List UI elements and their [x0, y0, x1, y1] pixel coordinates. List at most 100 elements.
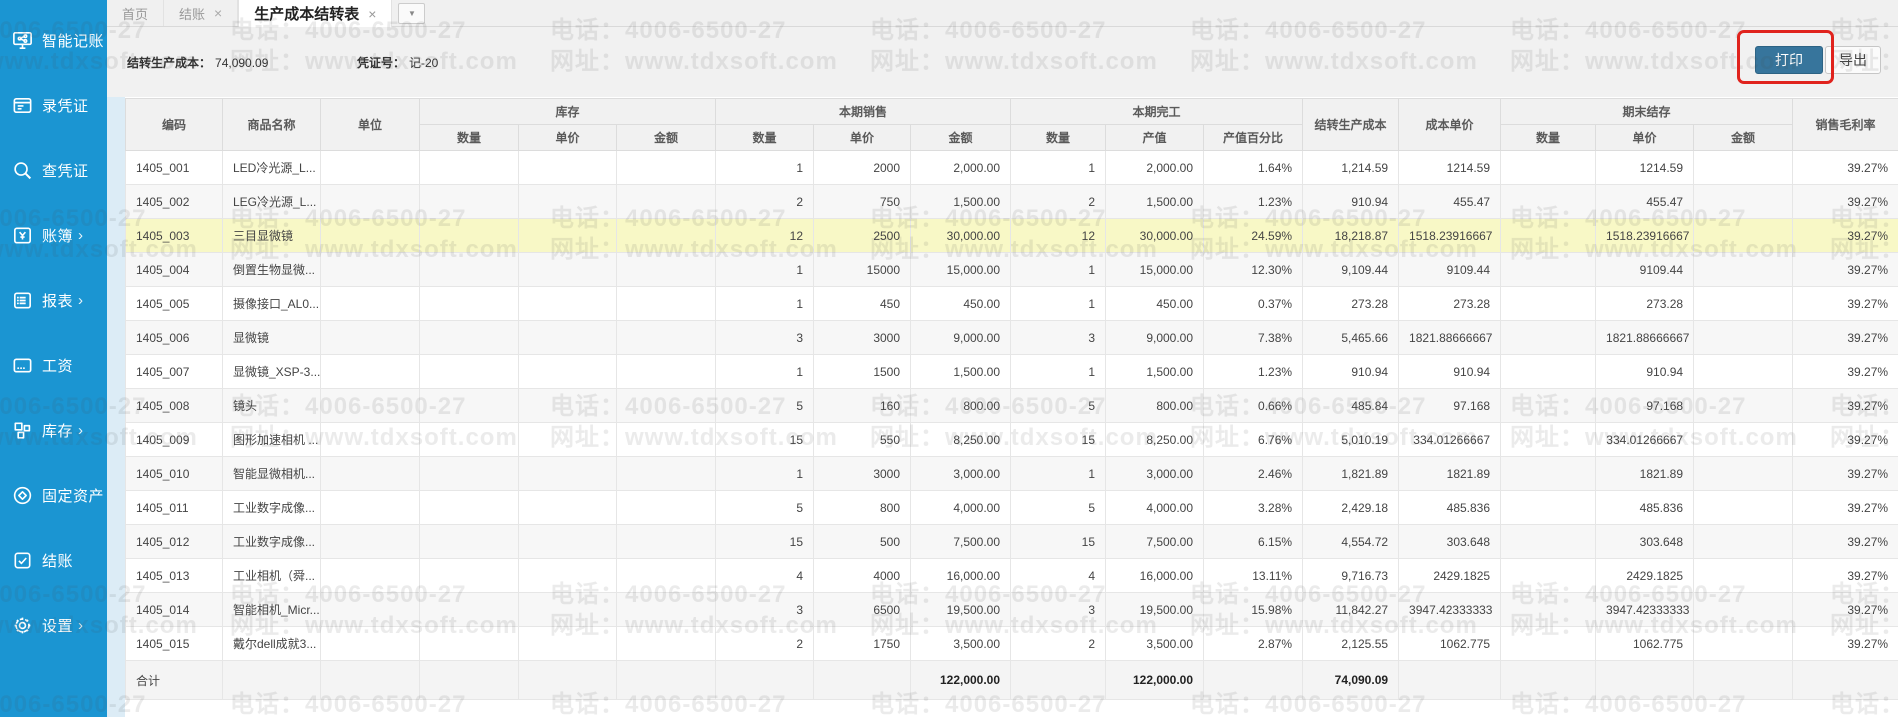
cell-sale_qty: 12 — [716, 219, 814, 253]
table-row[interactable]: 1405_006显微镜330009,000.0039,000.007.38%5,… — [126, 321, 1898, 355]
cell-name: 显微镜_XSP-3... — [223, 355, 321, 389]
cell-code: 1405_009 — [126, 423, 223, 457]
cell-end_amount — [1694, 389, 1793, 423]
cell-end_qty — [1501, 593, 1596, 627]
table-row[interactable]: 1405_009图形加速相机 ...155508,250.00158,250.0… — [126, 423, 1898, 457]
cell-unit — [321, 627, 420, 661]
table-row[interactable]: 1405_001LED冷光源_L...120002,000.0012,000.0… — [126, 151, 1898, 185]
cell-carry_cost: 1,214.59 — [1303, 151, 1399, 185]
cell-inv_price — [519, 457, 617, 491]
cell-fin_pct: 7.38% — [1204, 321, 1303, 355]
cell-inv_price — [519, 627, 617, 661]
cell-cost_unit_price: 3947.42333333 — [1399, 593, 1501, 627]
tab-production-cost-carryover[interactable]: 生产成本结转表× — [238, 0, 392, 27]
table-row[interactable]: 1405_013工业相机（舜...4400016,000.00416,000.0… — [126, 559, 1898, 593]
table-row[interactable]: 1405_012工业数字成像...155007,500.00157,500.00… — [126, 525, 1898, 559]
table-row[interactable]: 1405_015戴尔dell成就3...217503,500.0023,500.… — [126, 627, 1898, 661]
sidebar-item-smart-bookkeeping[interactable]: 智能记账 — [0, 8, 107, 73]
cell-code: 1405_015 — [126, 627, 223, 661]
sidebar-nav: 智能记账录凭证查凭证账簿›报表›工资库存›固定资产结账设置› — [0, 0, 107, 658]
close-icon[interactable]: × — [368, 7, 376, 21]
tab-home[interactable]: 首页 — [107, 0, 164, 26]
cell-sale_amount: 19,500.00 — [911, 593, 1011, 627]
tabbar-tabs: 首页结账×生产成本结转表× — [107, 0, 392, 26]
chevron-right-icon: › — [78, 618, 83, 633]
cell-cost_unit_price: 2429.1825 — [1399, 559, 1501, 593]
col-header-end-qty: 数量 — [1501, 125, 1596, 151]
table-row[interactable]: 1405_008镜头5160800.005800.000.66%485.8497… — [126, 389, 1898, 423]
table-row[interactable]: 1405_003三目显微镜12250030,000.001230,000.002… — [126, 219, 1898, 253]
cell-end_qty — [1501, 355, 1596, 389]
cell-carry_cost: 5,010.19 — [1303, 423, 1399, 457]
yen-book-icon — [11, 224, 35, 248]
sidebar-item-ledger[interactable]: 账簿› — [0, 203, 107, 268]
table-row[interactable]: 1405_011工业数字成像...58004,000.0054,000.003.… — [126, 491, 1898, 525]
tab-closing[interactable]: 结账× — [164, 0, 238, 26]
cell-gross_margin: 39.27% — [1793, 389, 1898, 423]
cell-fin_value: 800.00 — [1106, 389, 1204, 423]
sidebar-item-fixed-assets[interactable]: 固定资产 — [0, 463, 107, 528]
sidebar-item-label: 报表 — [42, 290, 73, 311]
print-button[interactable]: 打印 — [1755, 46, 1823, 74]
magnifier-icon — [11, 159, 35, 183]
cell-sale_qty: 3 — [716, 321, 814, 355]
cell-name: 智能显微相机... — [223, 457, 321, 491]
table-row[interactable]: 1405_010智能显微相机...130003,000.0013,000.002… — [126, 457, 1898, 491]
cell-sale_amount: 30,000.00 — [911, 219, 1011, 253]
cell-sale_qty: 2 — [716, 185, 814, 219]
cell-inv_amount — [617, 185, 716, 219]
cell-sale_amount: 122,000.00 — [911, 661, 1011, 700]
cell-sale_price: 3000 — [814, 457, 911, 491]
cell-sale_qty: 5 — [716, 491, 814, 525]
col-header-sale-qty: 数量 — [716, 125, 814, 151]
cell-inv_qty — [420, 423, 519, 457]
cell-fin_pct: 0.37% — [1204, 287, 1303, 321]
cell-fin_value: 8,250.00 — [1106, 423, 1204, 457]
tab-dropdown-button[interactable]: ▼ — [398, 3, 425, 24]
sidebar-item-payroll[interactable]: 工资 — [0, 333, 107, 398]
cell-carry_cost: 11,842.27 — [1303, 593, 1399, 627]
table-row[interactable]: 1405_007显微镜_XSP-3...115001,500.0011,500.… — [126, 355, 1898, 389]
cell-sale_amount: 1,500.00 — [911, 185, 1011, 219]
col-header-end-amount: 金额 — [1694, 125, 1793, 151]
cell-end_amount — [1694, 593, 1793, 627]
table-row[interactable]: 1405_014智能相机_Micr...3650019,500.00319,50… — [126, 593, 1898, 627]
cell-inv_qty — [420, 559, 519, 593]
cell-inv_amount — [617, 525, 716, 559]
sidebar-item-voucher-entry[interactable]: 录凭证 — [0, 73, 107, 138]
cell-inv_amount — [617, 321, 716, 355]
cell-name: 工业相机（舜... — [223, 559, 321, 593]
cell-fin_value: 1,500.00 — [1106, 185, 1204, 219]
cell-end_amount — [1694, 423, 1793, 457]
table-total-row: 合计122,000.00122,000.0074,090.09 — [126, 661, 1898, 700]
voucher-no-summary: 凭证号：记-20 — [357, 54, 438, 71]
cell-end_price: 485.836 — [1596, 491, 1694, 525]
sidebar-item-voucher-search[interactable]: 查凭证 — [0, 138, 107, 203]
cell-end_price: 1821.88666667 — [1596, 321, 1694, 355]
table-row[interactable]: 1405_002LEG冷光源_L...27501,500.0021,500.00… — [126, 185, 1898, 219]
cell-end_price: 9109.44 — [1596, 253, 1694, 287]
gear-icon — [11, 614, 35, 638]
close-icon[interactable]: × — [214, 6, 222, 20]
group-header-current-finished: 本期完工 — [1011, 99, 1303, 125]
sidebar-item-inventory[interactable]: 库存› — [0, 398, 107, 463]
cell-fin_qty: 3 — [1011, 593, 1106, 627]
col-header-output-value: 产值 — [1106, 125, 1204, 151]
sidebar-item-label: 录凭证 — [42, 95, 89, 116]
table-row[interactable]: 1405_004倒置生物显微...11500015,000.00115,000.… — [126, 253, 1898, 287]
col-header-code: 编码 — [126, 99, 223, 151]
cell-sale_amount: 4,000.00 — [911, 491, 1011, 525]
cell-fin_pct: 1.23% — [1204, 185, 1303, 219]
cell-fin_pct: 12.30% — [1204, 253, 1303, 287]
sidebar-item-closing[interactable]: 结账 — [0, 528, 107, 593]
cell-sale_qty: 1 — [716, 253, 814, 287]
cell-end_qty — [1501, 321, 1596, 355]
export-button[interactable]: 导出 — [1825, 46, 1881, 74]
chevron-right-icon: › — [78, 228, 83, 243]
cell-inv_price — [519, 559, 617, 593]
sidebar-item-reports[interactable]: 报表› — [0, 268, 107, 333]
cell-unit — [321, 253, 420, 287]
table-row[interactable]: 1405_005摄像接口_AL0...1450450.001450.000.37… — [126, 287, 1898, 321]
cell-inv_price — [519, 423, 617, 457]
sidebar-item-settings[interactable]: 设置› — [0, 593, 107, 658]
